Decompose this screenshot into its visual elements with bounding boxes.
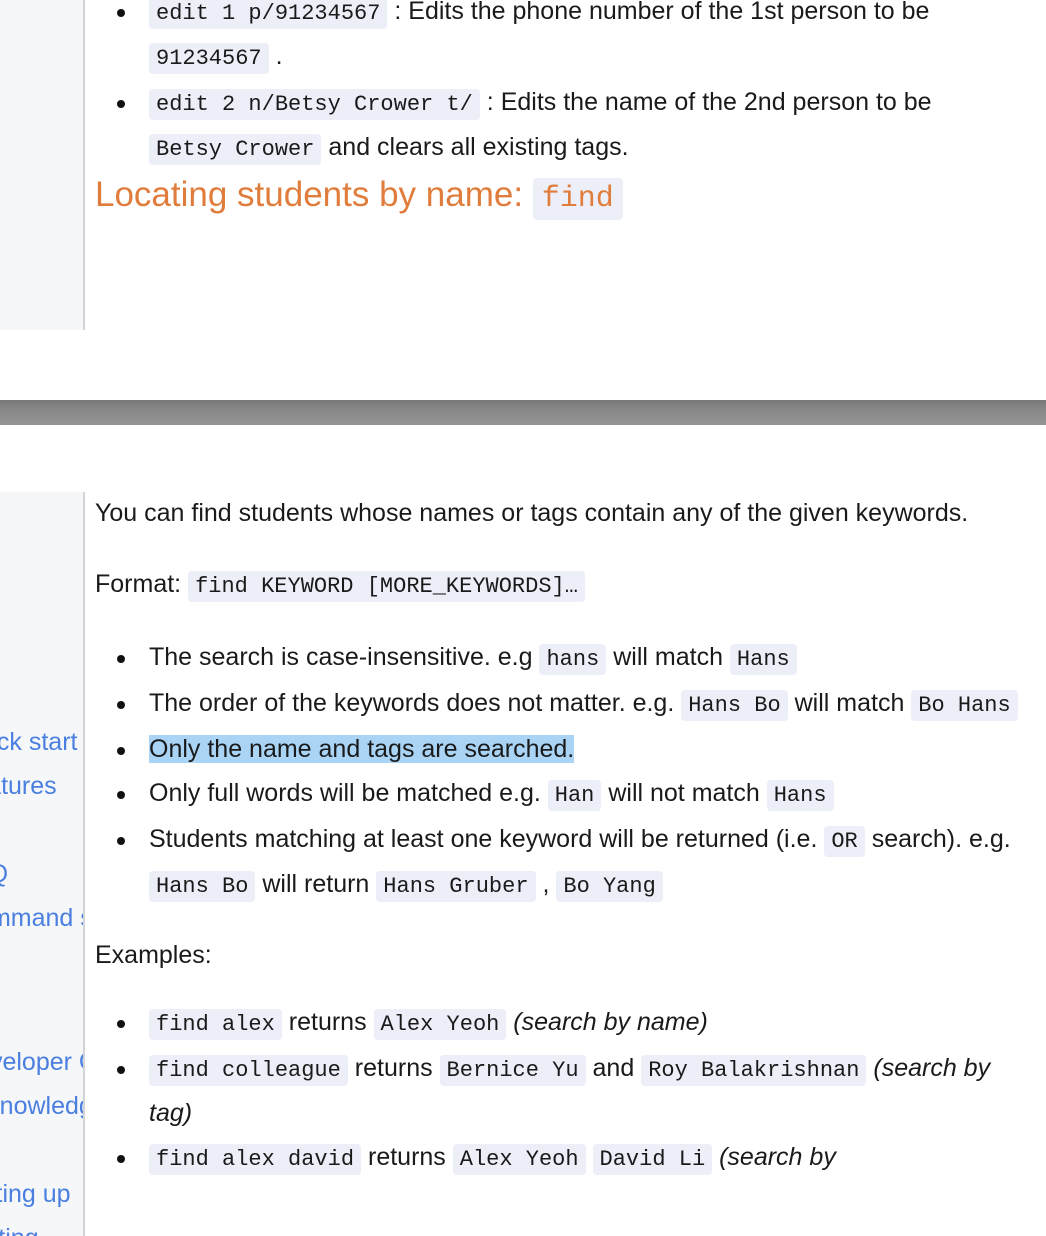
inline-code: find colleague (149, 1055, 348, 1086)
sidebar-item-label[interactable]: Quick start (0, 720, 77, 764)
inline-code: find alex david (149, 1144, 362, 1175)
sidebar-item-label[interactable]: Acknowledg (0, 1084, 83, 1128)
sidebar-item-label[interactable]: Setting up (0, 1172, 71, 1216)
inline-code: Betsy Crower (149, 134, 322, 165)
text-run (586, 1143, 593, 1171)
inline-code: David Li (592, 1144, 713, 1175)
inline-code: Hans Bo (681, 690, 788, 721)
text-run: Only full words will be matched e.g. (149, 779, 548, 807)
inline-code: OR (824, 826, 865, 857)
document-panel-bottom: Quick startFeatures FAQCommand summary Dev… (0, 492, 1046, 1236)
sidebar-item-features[interactable]: Features (0, 764, 57, 808)
find-intro-paragraph: You can find students whose names or tag… (95, 499, 969, 527)
list-item: edit 2 n/Betsy Crower t/ : Edits the nam… (95, 81, 1036, 171)
inline-code: Hans (729, 644, 797, 675)
inline-code: find alex (149, 1009, 282, 1040)
sidebar-item-command-summary[interactable]: Command summary (0, 896, 83, 940)
text-run: : Edits the name of the 2nd person to be (479, 88, 932, 116)
document-content-top: edit 1 p/91234567 : Edits the phone numb… (95, 0, 1046, 330)
sidebar-item-setting-up[interactable]: Setting up (0, 1172, 71, 1216)
list-item: edit 1 p/91234567 : Edits the phone numb… (95, 0, 1036, 80)
list-item: find alex returns Alex Yeoh (search by n… (95, 1001, 1036, 1046)
selected-text: Only the name and tags are searched. (149, 735, 575, 763)
find-rules-list: The search is case-insensitive. e.g hans… (95, 636, 1036, 908)
inline-code: Hans Gruber (376, 871, 536, 902)
list-item: The search is case-insensitive. e.g hans… (95, 636, 1036, 681)
inline-code: Hans (766, 780, 834, 811)
text-run: and clears all existing tags. (321, 133, 629, 161)
list-item: find colleague returns Bernice Yu and Ro… (95, 1047, 1036, 1135)
section-heading-find: Locating students by name: find (95, 172, 1036, 222)
text-run: will not match (601, 779, 767, 807)
text-run: search). e.g. (864, 825, 1011, 853)
heading-command-code: find (532, 178, 623, 220)
sidebar-bottom[interactable]: Quick startFeatures FAQCommand summary Dev… (0, 492, 85, 1236)
panel-separator-bar (0, 400, 1046, 425)
italic-note: (search by (712, 1143, 836, 1171)
sidebar-top[interactable] (0, 0, 85, 330)
sidebar-item-quick-start[interactable]: Quick start (0, 720, 77, 764)
list-item: Students matching at least one keyword w… (95, 818, 1036, 908)
format-label: Format: (95, 570, 182, 598)
italic-note: (search by name) (506, 1008, 708, 1036)
list-item: Only full words will be matched e.g. Han… (95, 772, 1036, 817)
format-code: find KEYWORD [MORE_KEYWORDS]… (188, 571, 585, 602)
inline-code: hans (539, 644, 607, 675)
sidebar-item-label[interactable]: Command summary (0, 896, 83, 940)
inline-code: 91234567 (149, 43, 269, 74)
text-run: returns (281, 1008, 374, 1036)
text-run: Students matching at least one keyword w… (149, 825, 825, 853)
text-run: The search is case-insensitive. e.g (149, 643, 540, 671)
text-run: . (268, 42, 283, 70)
inline-code: Han (547, 780, 602, 811)
text-run: will return (255, 870, 377, 898)
find-format-line: Format: find KEYWORD [MORE_KEYWORDS]… (95, 563, 1036, 608)
text-run: returns (361, 1143, 453, 1171)
inline-code: Alex Yeoh (373, 1009, 507, 1040)
text-run: will match (606, 643, 730, 671)
text-run: and (585, 1054, 642, 1082)
inline-code: edit 1 p/91234567 (149, 0, 388, 29)
sidebar-item-acknowledg[interactable]: Acknowledg (0, 1084, 83, 1128)
inline-code: Alex Yeoh (452, 1144, 586, 1175)
text-run: , (535, 870, 557, 898)
inline-code: Roy Balakrishnan (641, 1055, 867, 1086)
text-run: will match (787, 689, 912, 717)
text-run: The order of the keywords does not matte… (149, 689, 682, 717)
inline-code: edit 2 n/Betsy Crower t/ (149, 89, 480, 120)
list-item: find alex david returns Alex Yeoh David … (95, 1136, 1036, 1181)
document-panel-top: edit 1 p/91234567 : Edits the phone numb… (0, 0, 1046, 330)
sidebar-item-getting[interactable]: Getting (0, 1216, 39, 1236)
text-run: returns (347, 1054, 440, 1082)
sidebar-item-label[interactable]: Getting (0, 1216, 39, 1236)
sidebar-item-label[interactable]: Features (0, 764, 57, 808)
sidebar-item-developer-guide[interactable]: Developer Guide (0, 1040, 83, 1084)
examples-label: Examples: (95, 941, 212, 969)
list-item: The order of the keywords does not matte… (95, 682, 1036, 727)
sidebar-item-label[interactable]: FAQ (0, 852, 8, 896)
text-run: : Edits the phone number of the 1st pers… (387, 0, 930, 25)
heading-text: Locating students by name: (95, 175, 533, 214)
find-examples-list: find alex returns Alex Yeoh (search by n… (95, 1001, 1036, 1181)
sidebar-item-faq[interactable]: FAQ (0, 852, 8, 896)
inline-code: Bernice Yu (439, 1055, 586, 1086)
inline-code: Hans Bo (149, 871, 256, 902)
document-content-bottom: You can find students whose names or tag… (95, 492, 1046, 1236)
list-item: Only the name and tags are searched. (95, 728, 1036, 771)
edit-examples-list: edit 1 p/91234567 : Edits the phone numb… (95, 0, 1036, 171)
inline-code: Bo Hans (911, 690, 1018, 721)
inline-code: Bo Yang (556, 871, 663, 902)
sidebar-item-label[interactable]: Developer Guide (0, 1040, 83, 1084)
